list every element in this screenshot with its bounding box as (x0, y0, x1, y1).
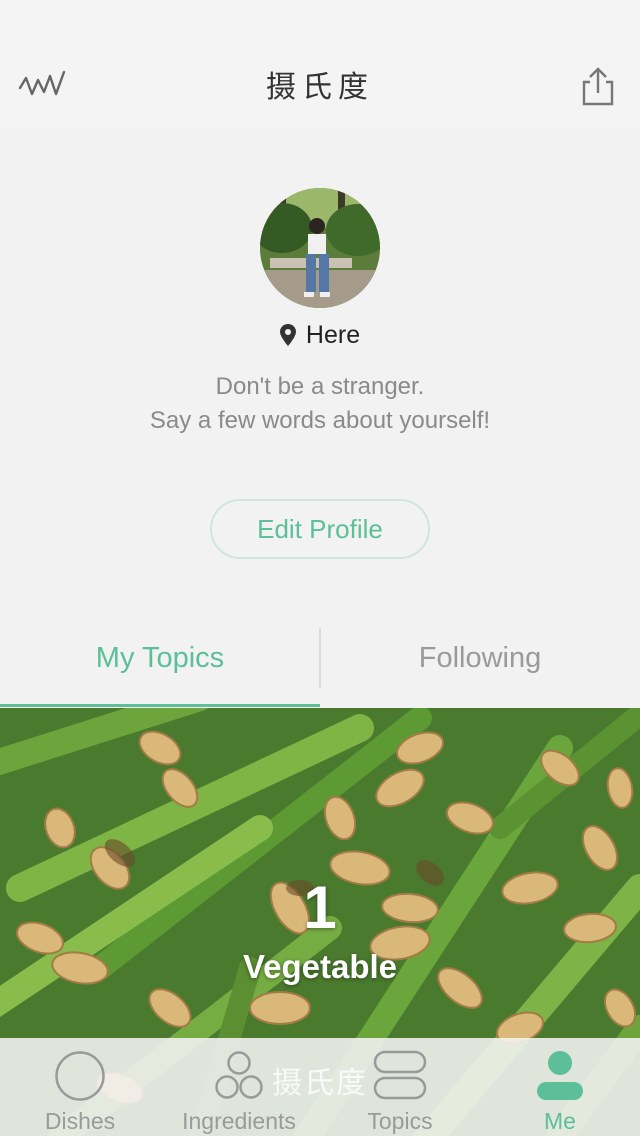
person-icon (537, 1051, 583, 1100)
page-title: 摄氏度 (266, 70, 374, 105)
avatar[interactable] (260, 188, 380, 308)
profile-section: Here Don't be a stranger. Say a few word… (0, 128, 640, 628)
tabbar-item-topics[interactable]: Topics (340, 1038, 460, 1136)
tabbar-item-ingredients[interactable]: Ingredients (170, 1038, 308, 1136)
share-icon[interactable] (580, 66, 616, 108)
topic-label: Vegetable (242, 948, 398, 985)
navigation-bar: 摄氏度 (0, 0, 640, 128)
tabbar-item-me[interactable]: Me (500, 1038, 620, 1136)
tab-my-topics[interactable]: My Topics (0, 628, 320, 704)
location-text: Here (305, 321, 361, 349)
location-pin-icon (279, 324, 296, 346)
tabbar-item-dishes[interactable]: Dishes (20, 1038, 140, 1136)
three-circles-icon (215, 1051, 263, 1099)
tabbar-label: Ingredients (182, 1108, 296, 1134)
bottom-tab-bar: 摄氏度 Dishes Ingredients Topics Me (0, 1038, 640, 1136)
tabbar-label: Me (544, 1108, 576, 1134)
profile-tabs: My Topics Following (0, 628, 640, 708)
stacked-pills-icon (373, 1050, 427, 1100)
bio-line: Don't be a stranger. (215, 373, 425, 400)
tabbar-label: Topics (367, 1108, 433, 1134)
active-tab-indicator (0, 704, 320, 707)
edit-profile-button[interactable]: Edit Profile (210, 499, 430, 559)
tab-following[interactable]: Following (320, 628, 640, 704)
circle-icon (55, 1051, 105, 1101)
location-label: Here (0, 321, 640, 350)
bio-line: Say a few words about yourself! (149, 407, 491, 434)
bio-text: Don't be a stranger. Say a few words abo… (0, 370, 640, 438)
tabbar-label: Dishes (44, 1108, 116, 1134)
topic-count: 1 (303, 874, 337, 941)
